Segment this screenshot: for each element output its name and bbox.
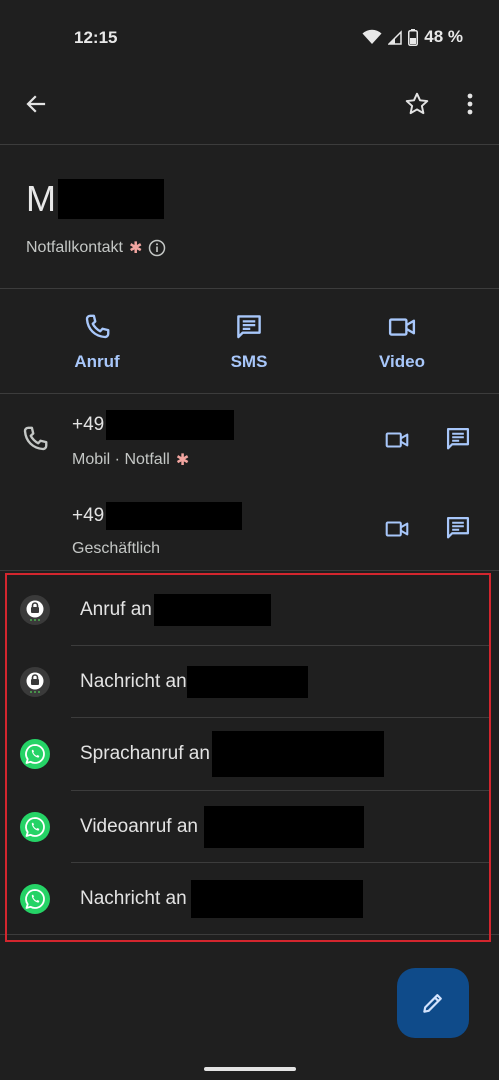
redacted-block [106, 410, 235, 440]
redacted-block [106, 502, 243, 530]
contact-name: M [26, 178, 164, 220]
message-icon [446, 516, 470, 539]
emergency-asterisk: ✱ [128, 240, 143, 257]
phone-entry-work[interactable]: +49 Geschäftlich [72, 502, 243, 558]
info-icon[interactable] [148, 239, 166, 257]
phone-entry-mobile[interactable]: +49 Mobil · Notfall ✱ [72, 410, 235, 470]
battery-percent: 48 % [424, 27, 463, 46]
video-call-mobile-button[interactable] [383, 427, 411, 458]
edit-pencil-icon [423, 994, 442, 1013]
more-vert-icon [467, 93, 473, 115]
divider [0, 570, 499, 571]
more-options-button[interactable] [458, 86, 482, 122]
sms-work-button[interactable] [444, 514, 472, 547]
cell-signal-icon [388, 30, 402, 45]
phone-number: +49 [72, 505, 105, 526]
emergency-contact-text: Notfallkontakt [26, 239, 123, 256]
divider [0, 288, 499, 289]
contact-name-text: M [26, 178, 56, 219]
phone-section-icon [20, 424, 50, 459]
message-icon [446, 427, 470, 450]
phone-icon [23, 426, 48, 451]
back-button[interactable] [18, 86, 54, 122]
sms-mobile-button[interactable] [444, 425, 472, 458]
emergency-asterisk: ✱ [175, 452, 190, 469]
message-icon [237, 315, 261, 339]
battery-icon [408, 28, 419, 46]
arrow-left-icon [26, 95, 46, 113]
video-icon [388, 318, 416, 336]
call-action-button[interactable]: Anruf [47, 312, 147, 372]
status-time: 12:15 [74, 28, 118, 47]
redacted-block [58, 179, 164, 219]
sms-action-label: SMS [230, 352, 268, 371]
video-icon [385, 521, 409, 537]
highlight-box [5, 573, 491, 942]
call-action-label: Anruf [74, 352, 120, 371]
star-outline-icon [405, 92, 429, 115]
video-call-work-button[interactable] [383, 516, 411, 547]
wifi-icon [362, 29, 382, 44]
sms-action-button[interactable]: SMS [199, 312, 299, 372]
phone-type: Geschäftlich [72, 540, 161, 557]
favorite-button[interactable] [398, 86, 436, 122]
phone-number: +49 [72, 414, 105, 435]
status-icons: 48 % [362, 27, 463, 47]
divider [0, 144, 499, 145]
phone-icon [85, 314, 110, 339]
video-icon [385, 432, 409, 448]
edit-contact-fab[interactable] [397, 968, 469, 1038]
home-indicator[interactable] [204, 1067, 296, 1071]
emergency-contact-label: Notfallkontakt ✱ [26, 238, 166, 258]
phone-type: Mobil · Notfall [72, 451, 170, 468]
video-action-label: Video [379, 352, 425, 371]
divider [0, 393, 499, 394]
video-action-button[interactable]: Video [352, 312, 452, 372]
